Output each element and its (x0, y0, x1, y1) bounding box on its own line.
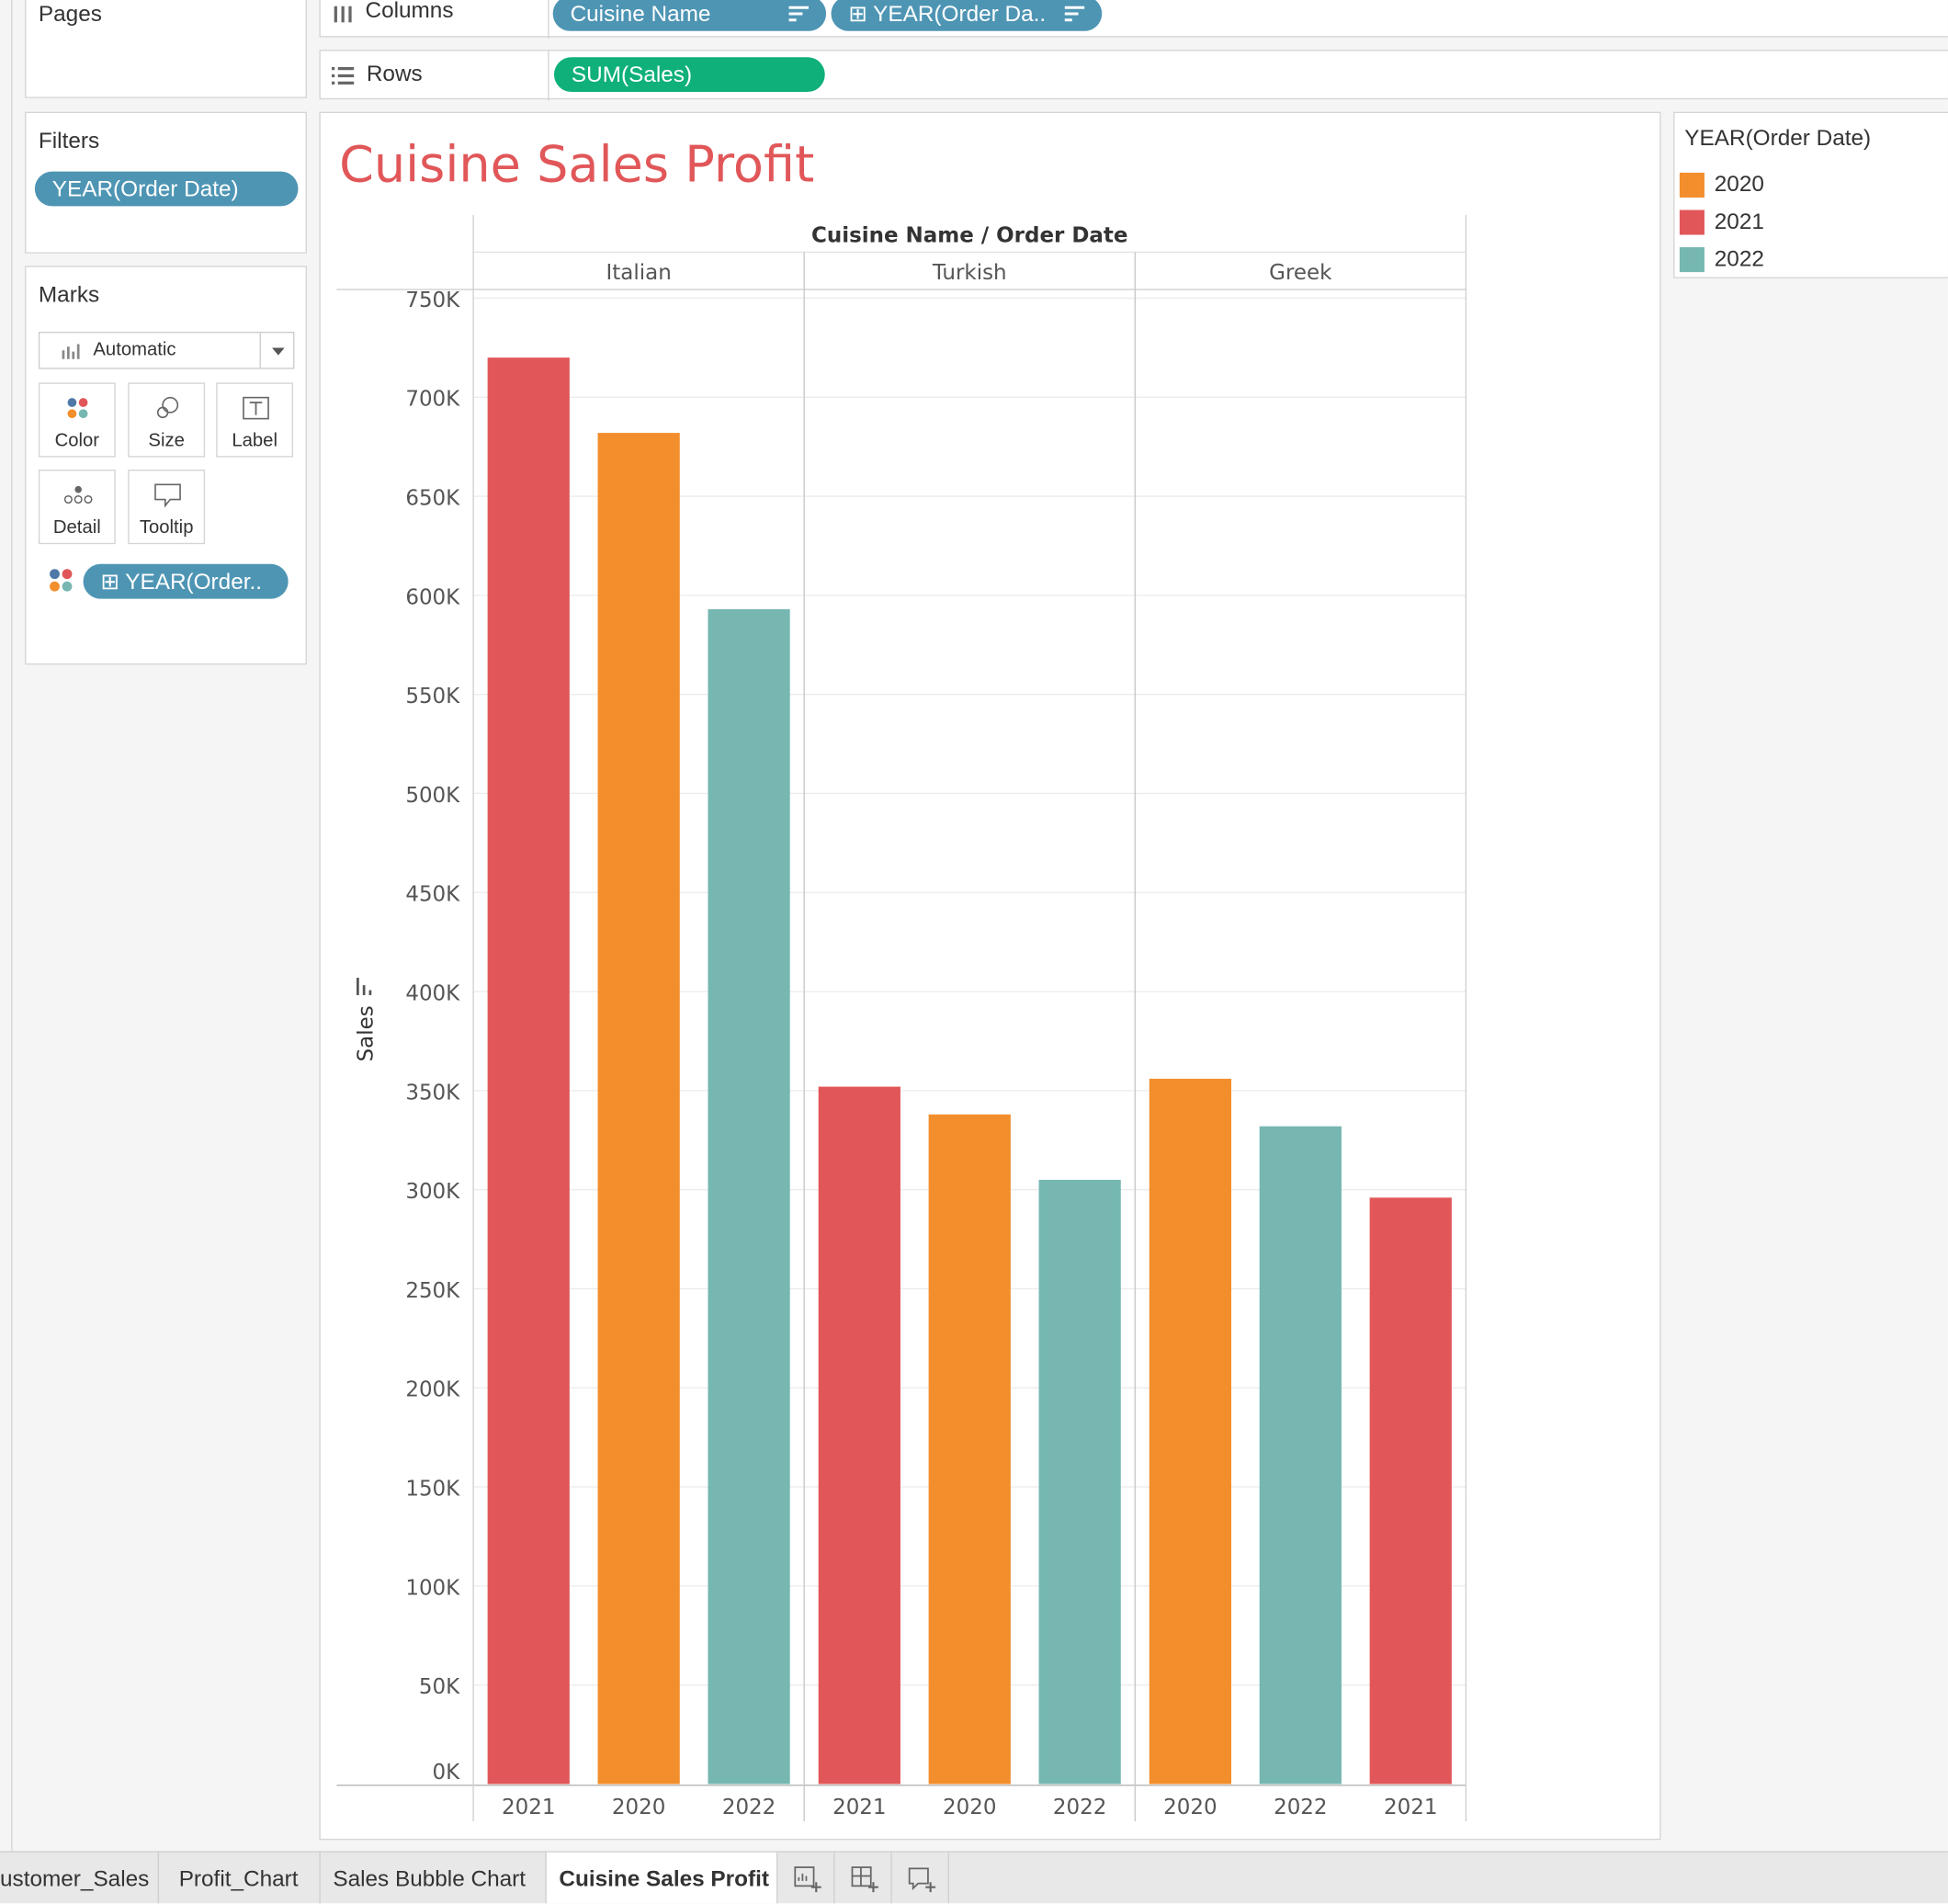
y-tick-label: 750K (405, 289, 460, 312)
y-axis-label: Sales (355, 1005, 379, 1061)
y-tick-label: 500K (405, 784, 460, 808)
new-dashboard-icon (851, 1866, 878, 1893)
legend-swatch (1679, 172, 1704, 198)
tab-sales-bubble-chart[interactable]: Sales Bubble Chart (321, 1852, 547, 1904)
new-worksheet-button[interactable] (777, 1852, 835, 1904)
bar (487, 357, 570, 1785)
x-tick-label: 2022 (1053, 1796, 1106, 1819)
new-dashboard-button[interactable] (835, 1852, 892, 1904)
bar (1038, 1179, 1121, 1785)
tab-cuisine-sales-profit[interactable]: Cuisine Sales Profit (546, 1852, 778, 1904)
sort-icon (362, 985, 366, 995)
sort-icon (368, 990, 372, 995)
y-tick-label: 350K (405, 1081, 460, 1105)
y-tick-label: 450K (405, 883, 460, 907)
x-tick-label: 2021 (502, 1796, 555, 1819)
bar (1149, 1078, 1232, 1785)
tab-label: ustomer_Sales (0, 1865, 150, 1891)
color-legend[interactable]: YEAR(Order Date) 2020 2021 2022 (1673, 111, 1948, 278)
new-story-icon (908, 1867, 936, 1893)
tab-label: Sales Bubble Chart (333, 1865, 527, 1891)
y-tick-label: 400K (405, 982, 460, 1006)
y-tick-label: 50K (419, 1675, 460, 1699)
y-tick-label: 150K (405, 1478, 460, 1502)
y-tick-label: 700K (405, 388, 460, 412)
tab-customer-sales[interactable]: ustomer_Sales (0, 1852, 160, 1904)
bar (928, 1114, 1011, 1785)
bar (708, 608, 790, 1785)
bar-chart: 0K 50K 100K 150K 200K 250K 300K 350K 400K 450K 500… (336, 214, 1467, 1822)
x-tick-label: 2020 (612, 1796, 665, 1819)
y-tick-label: 0K (433, 1761, 461, 1785)
y-tick-label: 200K (405, 1378, 460, 1402)
column-header: Cuisine Name / Order Date (811, 224, 1128, 248)
x-tick-label: 2020 (1163, 1796, 1217, 1819)
bar (1259, 1126, 1342, 1785)
bar (597, 433, 680, 1785)
new-worksheet-icon (794, 1866, 821, 1893)
x-tick-label: 2021 (1384, 1796, 1437, 1819)
legend-swatch (1679, 247, 1704, 273)
tab-profit-chart[interactable]: Profit_Chart (166, 1852, 321, 1904)
legend-swatch (1679, 210, 1704, 235)
tab-label: Profit_Chart (178, 1865, 299, 1891)
sheet-tab-bar: ustomer_Sales Profit_Chart Sales Bubble … (0, 1851, 1948, 1904)
bar (818, 1086, 900, 1785)
new-story-button[interactable] (892, 1852, 949, 1904)
bar (1369, 1197, 1452, 1785)
y-tick-label: 300K (405, 1180, 460, 1204)
group-label: Italian (606, 261, 672, 285)
tab-label: Cuisine Sales Profit (559, 1865, 769, 1891)
x-tick-label: 2020 (943, 1796, 996, 1819)
sort-icon (357, 978, 359, 995)
group-label: Greek (1269, 261, 1332, 285)
legend-item-label: 2021 (1714, 209, 1764, 234)
x-tick-label: 2022 (722, 1796, 776, 1819)
legend-title: YEAR(Order Date) (1684, 125, 1872, 151)
y-tick-label: 600K (405, 585, 460, 609)
x-tick-label: 2022 (1274, 1796, 1327, 1819)
y-tick-label: 250K (405, 1279, 460, 1303)
y-tick-label: 100K (405, 1576, 460, 1600)
legend-item-label: 2022 (1714, 245, 1764, 271)
y-tick-label: 650K (405, 487, 460, 511)
tableau-workspace: Pages Filters YEAR(Order Date) Marks Aut… (0, 0, 1948, 1904)
legend-item-label: 2020 (1714, 171, 1764, 197)
group-label: Turkish (932, 261, 1007, 285)
x-tick-label: 2021 (832, 1796, 886, 1819)
y-tick-label: 550K (405, 685, 460, 708)
